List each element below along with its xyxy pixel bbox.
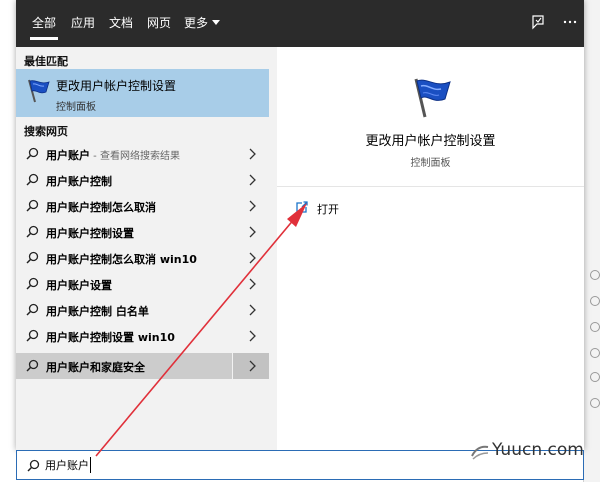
- tab-apps[interactable]: 应用: [68, 0, 98, 47]
- chevron-right-icon[interactable]: [247, 225, 257, 239]
- background-window-icon: [590, 270, 600, 280]
- filter-tab-bar: 全部 应用 文档 网页 更多: [16, 0, 584, 47]
- text-cursor: [90, 457, 91, 473]
- feedback-icon[interactable]: [528, 14, 548, 34]
- web-suggestion-item[interactable]: 用户账户控制怎么取消: [16, 193, 269, 219]
- web-suggestion-item-selected[interactable]: 用户账户和家庭安全: [16, 353, 269, 379]
- watermark-logo-icon: [471, 445, 489, 460]
- search-icon: [26, 251, 39, 264]
- search-icon: [26, 199, 39, 212]
- chevron-right-icon[interactable]: [247, 277, 257, 291]
- suggestion-label: 用户账户: [46, 149, 90, 162]
- chevron-right-icon[interactable]: [247, 251, 257, 265]
- chevron-right-icon[interactable]: [247, 199, 257, 213]
- background-window-icon: [590, 348, 600, 358]
- best-match-title: 更改用户帐户控制设置: [56, 79, 177, 93]
- web-suggestion-item[interactable]: 用户账户控制怎么取消 win10: [16, 245, 269, 271]
- chevron-right-icon[interactable]: [247, 173, 257, 187]
- suggestion-label: 用户账户控制设置 win10: [46, 331, 175, 344]
- search-icon: [26, 173, 39, 186]
- uac-flag-icon: [28, 79, 50, 103]
- tab-more[interactable]: 更多: [182, 0, 222, 47]
- suggestion-label: 用户账户控制怎么取消: [46, 201, 156, 214]
- chevron-right-icon[interactable]: [247, 303, 257, 317]
- suggestion-label: 用户账户控制: [46, 175, 112, 188]
- background-window-icon: [590, 372, 600, 382]
- chevron-right-icon[interactable]: [247, 359, 257, 373]
- chevron-right-icon[interactable]: [247, 147, 257, 161]
- suggestion-label: 用户账户设置: [46, 279, 112, 292]
- search-icon: [26, 225, 39, 238]
- chevron-right-icon[interactable]: [247, 329, 257, 343]
- watermark: Yuucn.com: [470, 438, 590, 468]
- uac-flag-icon: [414, 78, 451, 118]
- watermark-text: Yuucn.com: [492, 440, 584, 460]
- background-window-icon: [590, 398, 600, 408]
- best-match-subtitle: 控制面板: [56, 102, 96, 113]
- search-input[interactable]: [45, 455, 465, 475]
- web-suggestion-item[interactable]: 用户账户 - 查看网络搜索结果: [16, 141, 269, 167]
- search-icon: [26, 359, 39, 372]
- search-icon: [26, 303, 39, 316]
- web-suggestion-item[interactable]: 用户账户控制设置 win10: [16, 323, 269, 349]
- search-panel: 全部 应用 文档 网页 更多 最佳匹配 更改用户帐户控制设置 控制面板 搜索网页…: [16, 0, 584, 450]
- best-match-heading: 最佳匹配: [24, 55, 68, 68]
- tab-web[interactable]: 网页: [144, 0, 174, 47]
- chevron-down-icon: [212, 20, 220, 25]
- more-options-icon[interactable]: [560, 14, 580, 34]
- divider: [277, 186, 584, 187]
- suggestion-label: 用户账户控制 白名单: [46, 305, 149, 318]
- detail-subtitle: 控制面板: [410, 158, 451, 169]
- background-window-icon: [590, 296, 600, 306]
- suggestion-label: 用户账户控制设置: [46, 227, 134, 240]
- tab-more-label: 更多: [183, 16, 208, 30]
- detail-pane: 更改用户帐户控制设置 控制面板 打开: [277, 47, 584, 450]
- open-label: 打开: [317, 203, 339, 216]
- results-list: 最佳匹配 更改用户帐户控制设置 控制面板 搜索网页 用户账户 - 查看网络搜索结…: [16, 47, 269, 450]
- background-window-icon: [590, 322, 600, 332]
- search-icon: [26, 277, 39, 290]
- suggestion-hint: - 查看网络搜索结果: [90, 151, 180, 162]
- tab-documents[interactable]: 文档: [106, 0, 136, 47]
- web-suggestion-item[interactable]: 用户账户控制 白名单: [16, 297, 269, 323]
- best-match-item[interactable]: 更改用户帐户控制设置 控制面板: [16, 69, 269, 117]
- search-icon: [26, 147, 39, 160]
- web-suggestion-item[interactable]: 用户账户控制: [16, 167, 269, 193]
- search-icon: [27, 459, 40, 472]
- web-search-heading: 搜索网页: [24, 125, 68, 138]
- web-suggestion-item[interactable]: 用户账户设置: [16, 271, 269, 297]
- suggestion-label: 用户账户控制怎么取消 win10: [46, 253, 197, 266]
- background-window: [583, 0, 600, 482]
- open-icon: [296, 201, 308, 213]
- suggestion-label: 用户账户和家庭安全: [46, 361, 145, 374]
- web-suggestion-item[interactable]: 用户账户控制设置: [16, 219, 269, 245]
- detail-title: 更改用户帐户控制设置: [365, 134, 496, 149]
- tab-all[interactable]: 全部: [24, 0, 64, 47]
- search-icon: [26, 329, 39, 342]
